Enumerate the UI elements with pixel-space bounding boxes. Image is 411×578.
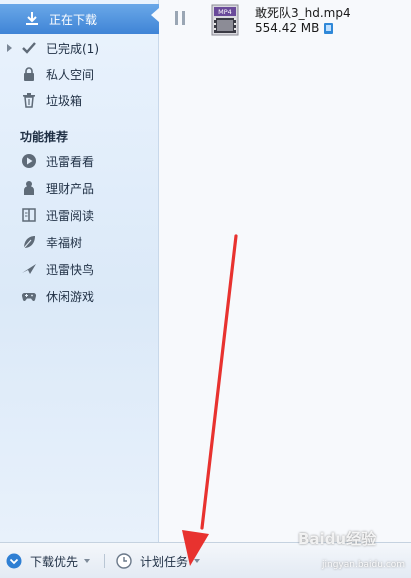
dropdown-caret-icon bbox=[194, 559, 201, 563]
download-priority-dropdown[interactable]: 下载优先 bbox=[6, 552, 91, 570]
coins-icon bbox=[21, 180, 37, 196]
sidebar-item-label: 垃圾箱 bbox=[46, 93, 83, 108]
pause-icon[interactable] bbox=[174, 11, 186, 25]
file-type-label: MP4 bbox=[218, 8, 232, 16]
divider bbox=[104, 554, 105, 568]
sidebar-item-private-space[interactable]: 私人空间 bbox=[0, 61, 159, 87]
scheduled-task-dropdown[interactable]: 计划任务 bbox=[116, 552, 201, 570]
sidebar-item-happy-tree[interactable]: 幸福树 bbox=[0, 229, 159, 255]
clock-icon bbox=[116, 553, 132, 569]
book-icon bbox=[21, 207, 37, 223]
sidebar-item-label: 理财产品 bbox=[46, 181, 95, 196]
scheduled-task-label: 计划任务 bbox=[140, 554, 189, 569]
play-icon bbox=[21, 153, 37, 169]
phone-icon[interactable] bbox=[324, 22, 334, 34]
sidebar-item-xunlei-reading[interactable]: 迅雷阅读 bbox=[0, 202, 159, 228]
sidebar-item-label: 迅雷看看 bbox=[46, 154, 95, 169]
sidebar-item-label: 迅雷快鸟 bbox=[46, 262, 95, 277]
trash-icon bbox=[21, 92, 37, 108]
dropdown-caret-icon bbox=[84, 559, 91, 563]
file-name: 敢死队3_hd.mp4 bbox=[255, 6, 351, 20]
sidebar-item-casual-games[interactable]: 休闲游戏 bbox=[0, 283, 159, 309]
sidebar-item-label: 迅雷阅读 bbox=[46, 208, 95, 223]
sidebar-item-xunlei-kuainiao[interactable]: 迅雷快鸟 bbox=[0, 256, 159, 282]
download-priority-label: 下载优先 bbox=[30, 554, 79, 569]
sidebar-item-label: 已完成(1) bbox=[46, 41, 99, 56]
thunder-download-manager: 正在下载 已完成(1) 私人空间 垃圾箱 功能推荐 迅雷看看 理财产品 迅雷阅读… bbox=[0, 0, 411, 578]
lock-icon bbox=[21, 66, 37, 82]
active-indicator bbox=[151, 8, 159, 22]
sidebar-item-financial-products[interactable]: 理财产品 bbox=[0, 175, 159, 201]
sidebar-item-label: 私人空间 bbox=[46, 67, 95, 82]
watermark-brand: Baidu经验 bbox=[298, 530, 377, 548]
task-list: MP4 敢死队3_hd.mp4 554.42 MB bbox=[159, 0, 411, 542]
sidebar-item-trash[interactable]: 垃圾箱 bbox=[0, 87, 159, 113]
sidebar-item-completed[interactable]: 已完成(1) bbox=[0, 35, 159, 61]
sidebar: 正在下载 已完成(1) 私人空间 垃圾箱 功能推荐 迅雷看看 理财产品 迅雷阅读… bbox=[0, 0, 159, 542]
task-row[interactable]: MP4 敢死队3_hd.mp4 554.42 MB bbox=[159, 0, 411, 44]
sidebar-item-label: 正在下载 bbox=[49, 12, 98, 27]
section-title-recommended: 功能推荐 bbox=[20, 130, 69, 144]
sidebar-item-downloading[interactable]: 正在下载 bbox=[0, 4, 159, 34]
sidebar-item-label: 休闲游戏 bbox=[46, 289, 95, 304]
leaf-icon bbox=[21, 234, 37, 250]
video-file-icon: MP4 bbox=[211, 4, 239, 36]
download-icon bbox=[24, 11, 40, 27]
sidebar-item-label: 幸福树 bbox=[46, 235, 83, 250]
gamepad-icon bbox=[21, 288, 37, 304]
checkmark-icon bbox=[21, 40, 37, 56]
chevron-down-circle-icon bbox=[6, 553, 22, 569]
file-size-row: 554.42 MB bbox=[255, 21, 334, 35]
bird-icon bbox=[21, 261, 37, 277]
sidebar-item-xunlei-kankan[interactable]: 迅雷看看 bbox=[0, 148, 159, 174]
file-size: 554.42 MB bbox=[255, 21, 320, 35]
watermark-url: jingyan.baidu.com bbox=[322, 560, 406, 570]
